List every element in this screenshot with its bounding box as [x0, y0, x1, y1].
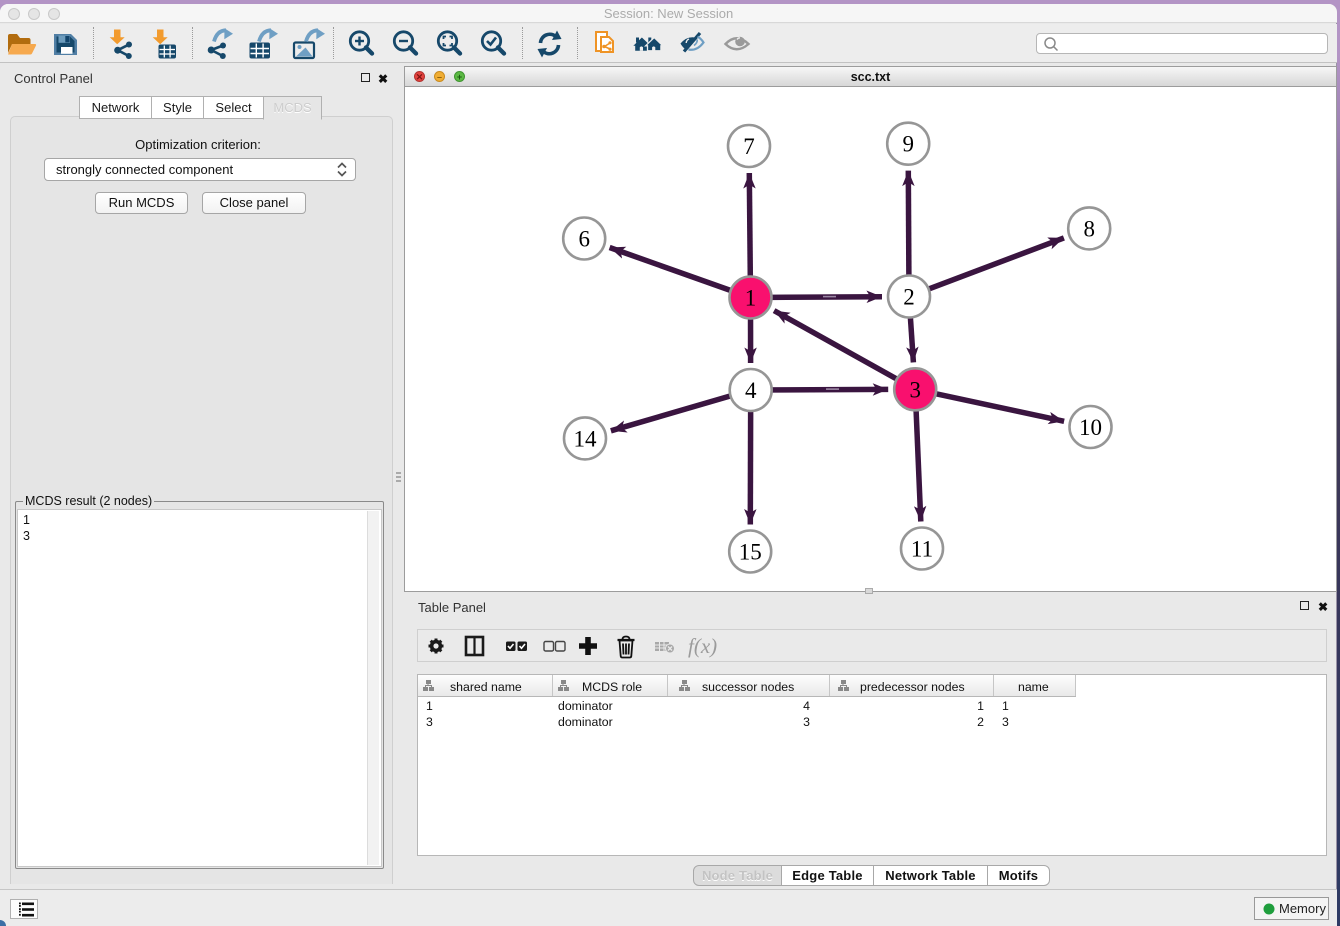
- svg-text:dominator: dominator: [558, 715, 613, 729]
- svg-text:6: 6: [578, 227, 590, 252]
- svg-text:15: 15: [739, 540, 762, 565]
- svg-text:name: name: [1018, 680, 1049, 694]
- svg-text:1: 1: [977, 699, 984, 713]
- svg-text:shared name: shared name: [450, 680, 522, 694]
- svg-text:1: 1: [1002, 699, 1009, 713]
- svg-text:4: 4: [745, 378, 757, 403]
- svg-text:1: 1: [426, 699, 433, 713]
- svg-text:4: 4: [803, 699, 810, 713]
- svg-text:MCDS role: MCDS role: [582, 680, 642, 694]
- svg-text:2: 2: [977, 715, 984, 729]
- svg-text:7: 7: [743, 134, 755, 159]
- svg-text:successor nodes: successor nodes: [702, 680, 794, 694]
- svg-text:dominator: dominator: [558, 699, 613, 713]
- svg-text:f(x): f(x): [688, 634, 717, 658]
- svg-text:8: 8: [1083, 216, 1095, 241]
- svg-text:3: 3: [426, 715, 433, 729]
- svg-text:9: 9: [902, 132, 914, 157]
- svg-text:3: 3: [909, 377, 921, 402]
- svg-text:1: 1: [745, 286, 757, 311]
- svg-text:14: 14: [574, 426, 598, 451]
- svg-text:10: 10: [1079, 415, 1102, 440]
- svg-text:3: 3: [1002, 715, 1009, 729]
- svg-text:predecessor nodes: predecessor nodes: [860, 680, 965, 694]
- svg-text:11: 11: [911, 537, 933, 562]
- svg-text:3: 3: [803, 715, 810, 729]
- svg-text:2: 2: [903, 285, 915, 310]
